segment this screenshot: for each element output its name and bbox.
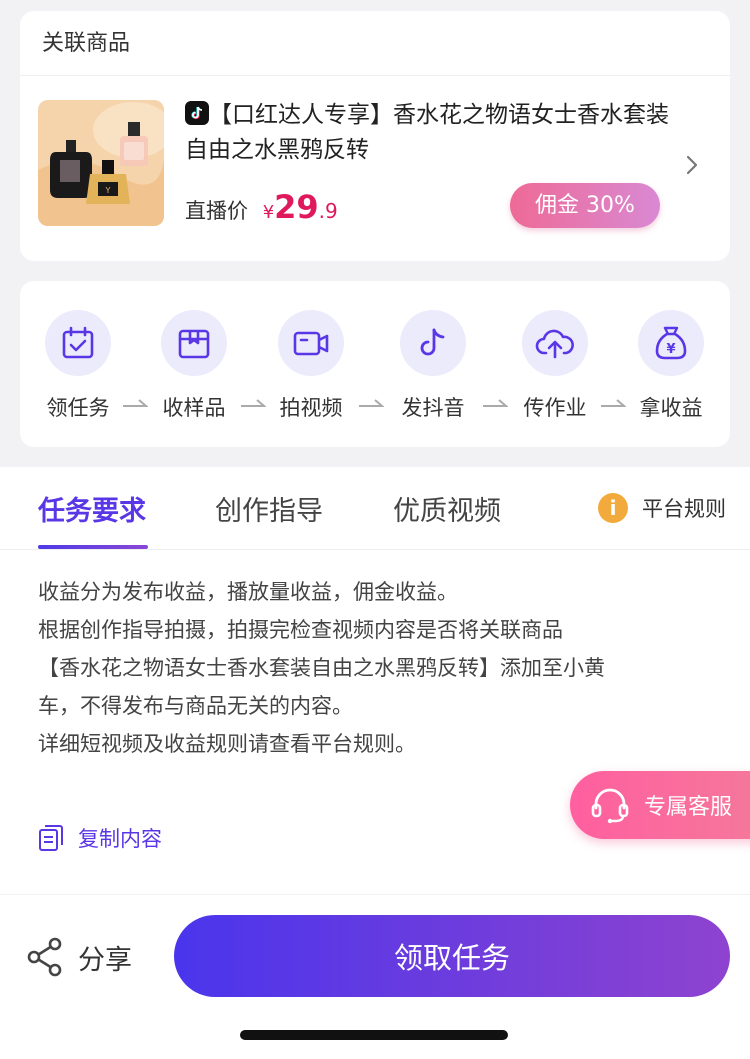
product-name-text: 【口红达人专享】香水花之物语女士香水套装自由之水黑鸦反转 bbox=[185, 102, 669, 163]
task-steps-card: 领任务 收样品 拍视频 发抖音 传作业 ¥ 拿收益 bbox=[20, 281, 730, 447]
step-label: 收样品 bbox=[162, 396, 226, 420]
step-label: 传作业 bbox=[523, 396, 587, 420]
product-name[interactable]: 【口红达人专享】香水花之物语女士香水套装自由之水黑鸦反转 bbox=[185, 98, 685, 168]
live-price: 直播价 ¥29.9 bbox=[185, 188, 338, 226]
cloud-upload-icon bbox=[535, 329, 574, 359]
product-row[interactable]: Y 【口红达人专享】香水花之物语女士香水套装自由之水黑鸦反转 直播价 ¥29.9… bbox=[20, 76, 730, 261]
svg-text:¥: ¥ bbox=[666, 342, 675, 357]
description-line: 【香水花之物语女士香水套装自由之水黑鸦反转】添加至小黄 bbox=[38, 656, 605, 680]
chevron-right-icon[interactable] bbox=[684, 150, 702, 180]
step-post-douyin: 发抖音 bbox=[388, 310, 478, 422]
description-line: 根据创作指导拍摄，拍摄完检查视频内容是否将关联商品 bbox=[38, 618, 563, 642]
tab-quality-videos[interactable]: 优质视频 bbox=[393, 489, 501, 528]
video-camera-icon bbox=[293, 331, 329, 356]
arrow-right-icon bbox=[601, 399, 626, 407]
tab-task-requirements[interactable]: 任务要求 bbox=[38, 489, 146, 528]
step-label: 拍视频 bbox=[279, 396, 343, 420]
package-box-icon bbox=[178, 329, 210, 359]
price-integer: 29 bbox=[274, 188, 319, 226]
info-icon: i bbox=[598, 493, 628, 523]
product-section-title: 关联商品 bbox=[20, 11, 730, 76]
calendar-check-icon bbox=[62, 326, 94, 359]
copy-content-label: 复制内容 bbox=[78, 827, 162, 851]
step-label: 发抖音 bbox=[401, 396, 465, 420]
tiktok-icon bbox=[185, 101, 209, 125]
customer-service-label: 专属客服 bbox=[644, 795, 733, 820]
tab-creation-guide[interactable]: 创作指导 bbox=[215, 489, 323, 528]
description-line: 车，不得发布与商品无关的内容。 bbox=[38, 694, 353, 718]
headset-icon bbox=[591, 788, 629, 824]
task-description: 收益分为发布收益，播放量收益，佣金收益。 根据创作指导拍摄，拍摄完检查视频内容是… bbox=[38, 573, 708, 763]
share-icon bbox=[27, 937, 62, 977]
svg-text:Y: Y bbox=[105, 186, 111, 195]
tab-bar: 任务要求 创作指导 优质视频 i 平台规则 bbox=[0, 467, 750, 550]
step-claim-task: 领任务 bbox=[33, 310, 123, 422]
tiktok-note-icon bbox=[420, 328, 445, 356]
customer-service-button[interactable]: 专属客服 bbox=[570, 771, 750, 839]
platform-rules-label: 平台规则 bbox=[642, 497, 726, 521]
perfume-image: Y bbox=[38, 100, 164, 226]
arrow-right-icon bbox=[123, 399, 148, 407]
commission-badge: 佣金 30% bbox=[510, 183, 660, 228]
copy-content-button[interactable]: 复制内容 bbox=[38, 823, 162, 853]
price-currency: ¥ bbox=[262, 202, 275, 223]
document-copy-icon bbox=[39, 825, 63, 851]
step-label: 领任务 bbox=[46, 396, 110, 420]
share-button[interactable]: 分享 bbox=[26, 937, 132, 977]
share-label: 分享 bbox=[78, 944, 132, 976]
home-indicator bbox=[240, 1030, 508, 1040]
claim-task-button[interactable]: 领取任务 bbox=[174, 915, 730, 997]
step-receive-sample: 收样品 bbox=[149, 310, 239, 422]
bottom-action-bar: 分享 领取任务 bbox=[0, 895, 750, 1059]
step-get-earnings: ¥ 拿收益 bbox=[626, 310, 716, 422]
step-upload-work: 传作业 bbox=[510, 310, 600, 422]
platform-rules-link[interactable]: i 平台规则 bbox=[598, 491, 726, 525]
step-label: 拿收益 bbox=[639, 396, 703, 420]
arrow-right-icon bbox=[241, 399, 266, 407]
arrow-right-icon bbox=[359, 399, 384, 407]
product-card: 关联商品 Y 【口红达人专享】香水花之物语女士香水套装自由之水黑鸦反转 直播价 … bbox=[20, 11, 730, 261]
description-line: 收益分为发布收益，播放量收益，佣金收益。 bbox=[38, 580, 458, 604]
active-tab-indicator bbox=[38, 545, 148, 549]
money-bag-icon: ¥ bbox=[655, 326, 687, 360]
price-decimal: .9 bbox=[318, 199, 338, 223]
description-line: 详细短视频及收益规则请查看平台规则。 bbox=[38, 732, 416, 756]
step-shoot-video: 拍视频 bbox=[266, 310, 356, 422]
product-thumbnail[interactable]: Y bbox=[38, 100, 164, 226]
price-label: 直播价 bbox=[185, 199, 248, 223]
arrow-right-icon bbox=[483, 399, 508, 407]
